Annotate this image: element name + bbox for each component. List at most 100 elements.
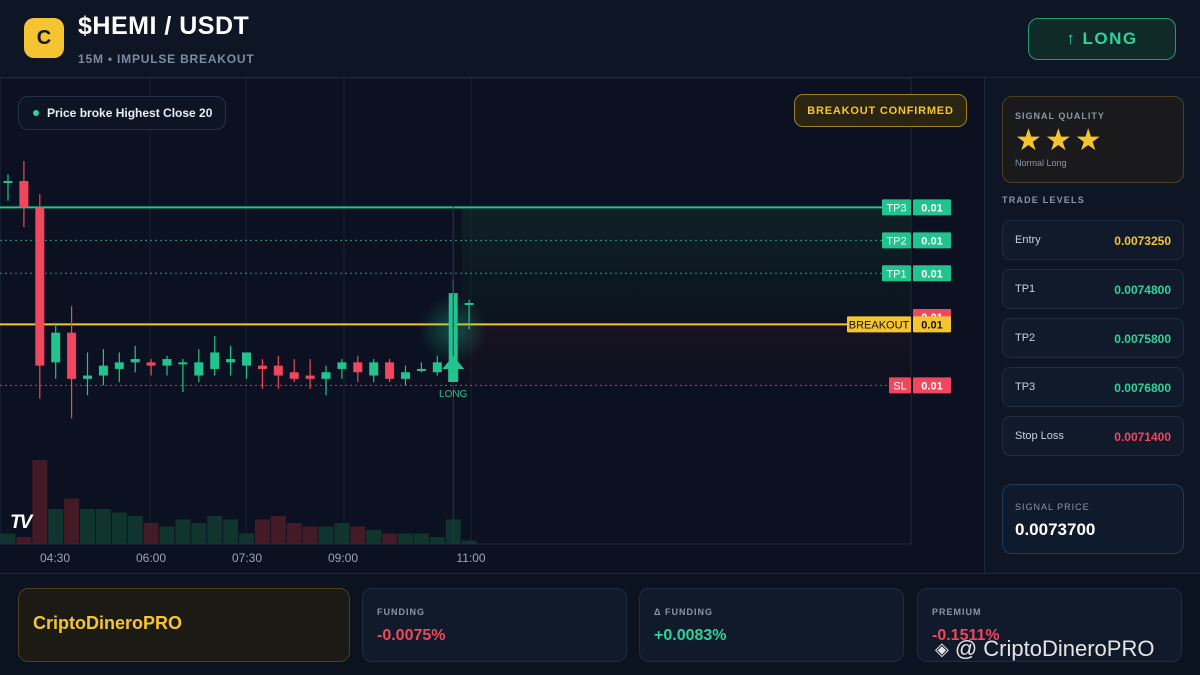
pair-title: $HEMI / USDT xyxy=(78,12,250,40)
signal-price-card: SIGNAL PRICE 0.0073700 xyxy=(1002,484,1184,554)
level-value: 0.0075800 xyxy=(1114,332,1171,346)
watermark: ◈ @ CriptoDineroPRO xyxy=(935,636,1154,662)
candle-body xyxy=(114,362,124,369)
candle-body xyxy=(3,180,13,183)
candle xyxy=(178,359,188,393)
candle-body xyxy=(432,362,442,373)
candle-body xyxy=(273,365,283,376)
candle-body xyxy=(401,372,410,379)
long-signal-button[interactable]: ↑ LONG xyxy=(1028,18,1176,60)
volume-bar xyxy=(64,498,80,544)
candle xyxy=(146,359,156,376)
signal-price-value: 0.0073700 xyxy=(1015,520,1096,539)
candle xyxy=(257,359,267,389)
candles xyxy=(3,161,474,419)
candle xyxy=(194,349,204,383)
volume-bar xyxy=(80,509,95,544)
candle xyxy=(242,352,251,379)
timeframe-subtitle: 15M • IMPULSE BREAKOUT xyxy=(78,52,255,66)
volume-bar xyxy=(366,530,382,544)
volume-bar xyxy=(382,533,398,544)
level-tp3: TP3 0.0076800 xyxy=(1002,367,1184,407)
candle xyxy=(35,194,45,399)
level-label: Stop Loss xyxy=(1015,430,1064,442)
tradingview-logo[interactable]: TV xyxy=(10,512,32,534)
level-label: Entry xyxy=(1015,234,1041,246)
candle-body xyxy=(19,180,29,208)
signal-quality-card: SIGNAL QUALITY ★★★ Normal Long xyxy=(1002,96,1184,183)
candle-body xyxy=(321,372,331,379)
candle-body xyxy=(257,365,267,369)
volume-bar xyxy=(318,526,334,544)
volume-bars xyxy=(0,460,477,544)
candle xyxy=(273,355,283,389)
level-tag: 0.01 TP3 xyxy=(882,199,951,216)
long-marker-label: LONG xyxy=(439,389,468,400)
candle xyxy=(337,359,347,379)
status-text: Price broke Highest Close 20 xyxy=(47,106,213,120)
breakout-confirmed-badge: BREAKOUT CONFIRMED xyxy=(794,94,967,127)
candle-body xyxy=(210,352,220,369)
signal-panel: SIGNAL QUALITY ★★★ Normal Long TRADE LEV… xyxy=(986,78,1200,573)
funding-label: FUNDING xyxy=(377,607,425,617)
delta-funding-card: Δ FUNDING +0.0083% xyxy=(639,588,904,662)
candle-body xyxy=(162,359,172,366)
volume-bar xyxy=(159,526,175,544)
level-label: TP3 xyxy=(1015,381,1036,393)
candle xyxy=(353,355,363,383)
volume-bar xyxy=(127,516,143,544)
volume-bar xyxy=(111,512,127,544)
time-tick-label: 04:30 xyxy=(40,551,70,565)
candle-body xyxy=(337,362,347,369)
volume-bar xyxy=(32,460,48,544)
volume-bar xyxy=(239,533,254,544)
candle xyxy=(321,365,331,396)
volume-bar xyxy=(334,523,350,544)
price-chart[interactable]: LONG 0.01 TP3 0.01 TP2 0.01 TP1 0.01 0.01 BREAKO… xyxy=(0,78,985,573)
candle-body xyxy=(369,362,379,376)
volume-bar xyxy=(254,519,270,544)
time-tick-label: 11:00 xyxy=(456,551,485,565)
candle xyxy=(210,335,220,376)
candle-body xyxy=(226,359,236,363)
candle-body xyxy=(67,332,77,379)
level-label: TP1 xyxy=(1015,283,1036,295)
level-value: 0.0071400 xyxy=(1114,430,1171,444)
candle-body xyxy=(353,362,363,373)
level-tag-name: TP1 xyxy=(886,268,906,280)
candle xyxy=(401,365,410,386)
level-tag-value: 0.01 xyxy=(921,202,942,214)
signal-type: Normal Long xyxy=(1015,158,1067,168)
candle xyxy=(67,306,77,419)
candle-body xyxy=(83,375,92,379)
candle xyxy=(162,355,172,376)
candle-body xyxy=(416,368,426,371)
trade-zones xyxy=(462,207,911,386)
time-tick-label: 07:30 xyxy=(232,551,262,565)
volume-bar xyxy=(48,509,64,544)
level-tag-value: 0.01 xyxy=(921,268,942,280)
volume-bar xyxy=(398,533,413,544)
level-value: 0.0073250 xyxy=(1114,234,1171,248)
app-root: C $HEMI / USDT 15M • IMPULSE BREAKOUT ↑ … xyxy=(0,0,1200,675)
premium-label: PREMIUM xyxy=(932,607,982,617)
candle-body xyxy=(178,362,188,365)
candle xyxy=(416,362,426,373)
level-tag-name: TP2 xyxy=(886,235,906,247)
volume-bar xyxy=(429,537,445,544)
candle xyxy=(51,322,61,379)
candle xyxy=(19,161,29,228)
level-tag-name: TP3 xyxy=(886,202,906,214)
candle xyxy=(369,359,379,383)
volume-bar xyxy=(223,519,239,544)
time-tick-label: 09:00 xyxy=(328,551,358,565)
funding-card: FUNDING -0.0075% xyxy=(362,588,627,662)
volume-bar xyxy=(0,533,16,544)
time-axis: 04:30 06:00 07:30 09:00 11:00 xyxy=(40,551,486,565)
brand-logo: C xyxy=(24,18,64,58)
delta-funding-label: Δ FUNDING xyxy=(654,607,713,617)
volume-bar xyxy=(16,537,32,544)
chart-canvas[interactable]: LONG 0.01 TP3 0.01 TP2 0.01 TP1 0.01 0.01 BREAKO… xyxy=(0,78,985,573)
candle xyxy=(83,352,92,396)
watermark-text: @ CriptoDineroPRO xyxy=(954,636,1155,661)
